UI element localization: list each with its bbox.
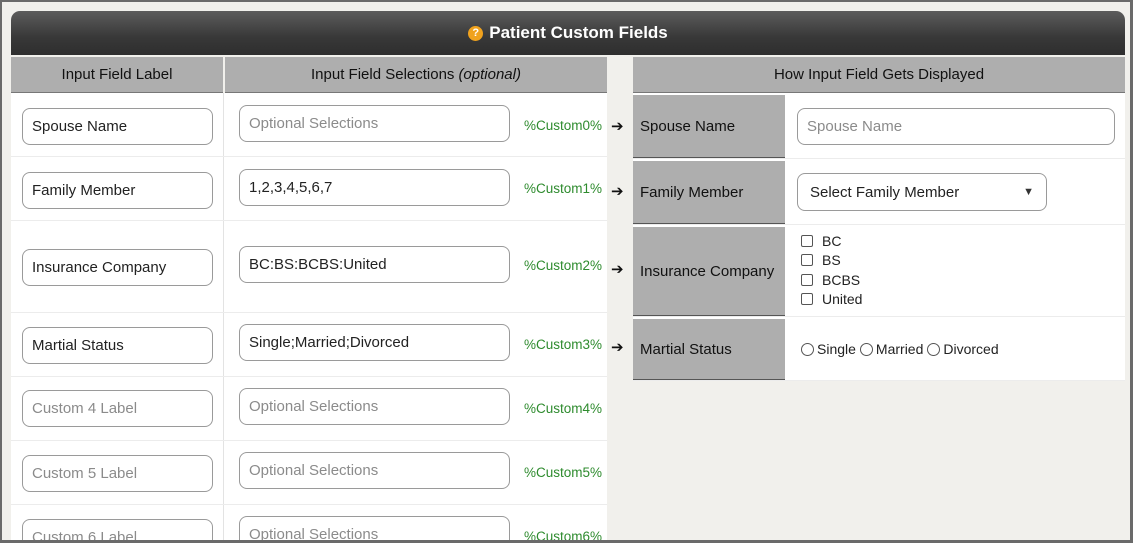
column-divider	[223, 157, 224, 220]
insurance-option[interactable]: BC	[801, 231, 862, 251]
arrow-right-icon: ➔	[611, 183, 624, 200]
radio-label: Divorced	[943, 341, 999, 357]
arrow-right-icon: ➔	[611, 261, 624, 278]
preview-row-insurance: Insurance Company BC BS BCBS United	[633, 225, 1125, 317]
custom2-label-input[interactable]	[22, 249, 213, 286]
custom1-tag: %Custom1%	[524, 181, 603, 196]
checkbox[interactable]	[801, 234, 813, 247]
custom6-label-input[interactable]	[22, 519, 213, 540]
preview-label-spouse: Spouse Name	[633, 95, 785, 158]
preview-label-marital: Martial Status	[633, 319, 785, 380]
radio-button[interactable]	[859, 342, 873, 356]
column-divider	[223, 93, 224, 156]
chevron-down-icon: ▼	[1023, 186, 1034, 198]
radio-button[interactable]	[927, 342, 941, 356]
custom4-label-input[interactable]	[22, 390, 213, 427]
custom0-selections-input[interactable]	[239, 105, 510, 142]
family-member-select[interactable]: Select Family Member ▼	[797, 173, 1047, 211]
header-label-text: Input Field Label	[61, 66, 173, 83]
custom3-tag: %Custom3%	[524, 337, 603, 352]
arrow-right-icon: ➔	[611, 118, 624, 135]
checkbox-label: BS	[822, 252, 841, 269]
insurance-option[interactable]: BS	[801, 251, 862, 271]
custom5-tag: %Custom5%	[524, 465, 603, 480]
header-display-preview: How Input Field Gets Displayed	[633, 57, 1125, 93]
header-optional-note: (optional)	[458, 66, 521, 83]
help-icon[interactable]: ?	[468, 25, 484, 41]
custom6-selections-input[interactable]	[239, 516, 510, 540]
arrow-right-icon: ➔	[611, 339, 624, 356]
marital-status-radio-group: Single Married Divorced	[801, 341, 1003, 357]
spouse-name-preview-input[interactable]	[797, 108, 1115, 145]
insurance-option[interactable]: BCBS	[801, 270, 862, 290]
custom5-label-input[interactable]	[22, 455, 213, 492]
custom2-tag: %Custom2%	[524, 258, 603, 273]
custom1-selections-input[interactable]	[239, 169, 510, 206]
checkbox-label: BCBS	[822, 271, 861, 288]
column-divider	[223, 313, 224, 376]
field-row-6: %Custom6%	[11, 505, 607, 543]
marital-option[interactable]: Divorced	[927, 341, 999, 357]
column-divider	[223, 441, 224, 504]
family-member-selected-value: Select Family Member	[810, 183, 960, 201]
header-selections-text: Input Field Selections	[311, 66, 455, 83]
checkbox-label: United	[822, 291, 863, 308]
insurance-checkbox-list: BC BS BCBS United	[801, 231, 862, 309]
preview-label-insurance: Insurance Company	[633, 227, 785, 316]
checkbox[interactable]	[801, 293, 813, 306]
custom4-selections-input[interactable]	[239, 388, 510, 425]
panel-title: Patient Custom Fields	[489, 23, 668, 42]
preview-label-family: Family Member	[633, 161, 785, 224]
custom2-selections-input[interactable]	[239, 246, 510, 283]
preview-row-marital: Martial Status Single Married Divorced	[633, 317, 1125, 381]
insurance-option[interactable]: United	[801, 290, 862, 310]
marital-option[interactable]: Single	[801, 341, 856, 357]
column-divider	[223, 221, 224, 312]
field-row-1: %Custom1%	[11, 157, 607, 221]
custom5-selections-input[interactable]	[239, 452, 510, 489]
custom0-tag: %Custom0%	[524, 118, 603, 133]
field-definition-rows: %Custom0% %Custom1% %Custom2% %Custom3% …	[11, 93, 607, 543]
field-row-5: %Custom5%	[11, 441, 607, 505]
header-input-field-label: Input Field Label	[11, 57, 223, 93]
marital-option[interactable]: Married	[859, 341, 924, 357]
header-input-field-selections: Input Field Selections (optional)	[225, 57, 607, 93]
panel-title-bar: ? Patient Custom Fields	[11, 11, 1125, 55]
header-display-text: How Input Field Gets Displayed	[773, 66, 985, 83]
field-row-0: %Custom0%	[11, 93, 607, 157]
radio-label: Single	[817, 341, 856, 357]
column-divider	[223, 377, 224, 440]
preview-row-family: Family Member Select Family Member ▼	[633, 159, 1125, 225]
custom3-selections-input[interactable]	[239, 324, 510, 361]
radio-label: Married	[875, 341, 924, 357]
custom1-label-input[interactable]	[22, 172, 213, 209]
custom3-label-input[interactable]	[22, 327, 213, 364]
radio-button[interactable]	[801, 342, 814, 356]
custom-fields-panel: ? Patient Custom Fields Input Field Labe…	[0, 0, 1133, 543]
field-row-3: %Custom3%	[11, 313, 607, 377]
preview-row-spouse: Spouse Name	[633, 93, 1125, 159]
checkbox[interactable]	[801, 254, 813, 267]
checkbox-label: BC	[822, 232, 842, 249]
field-row-2: %Custom2%	[11, 221, 607, 313]
custom4-tag: %Custom4%	[524, 401, 603, 416]
custom0-label-input[interactable]	[22, 108, 213, 145]
checkbox[interactable]	[801, 273, 813, 286]
custom6-tag: %Custom6%	[524, 529, 603, 543]
field-row-4: %Custom4%	[11, 377, 607, 441]
display-preview-rows: Spouse Name Family Member Select Family …	[633, 93, 1125, 381]
column-divider	[223, 505, 224, 540]
